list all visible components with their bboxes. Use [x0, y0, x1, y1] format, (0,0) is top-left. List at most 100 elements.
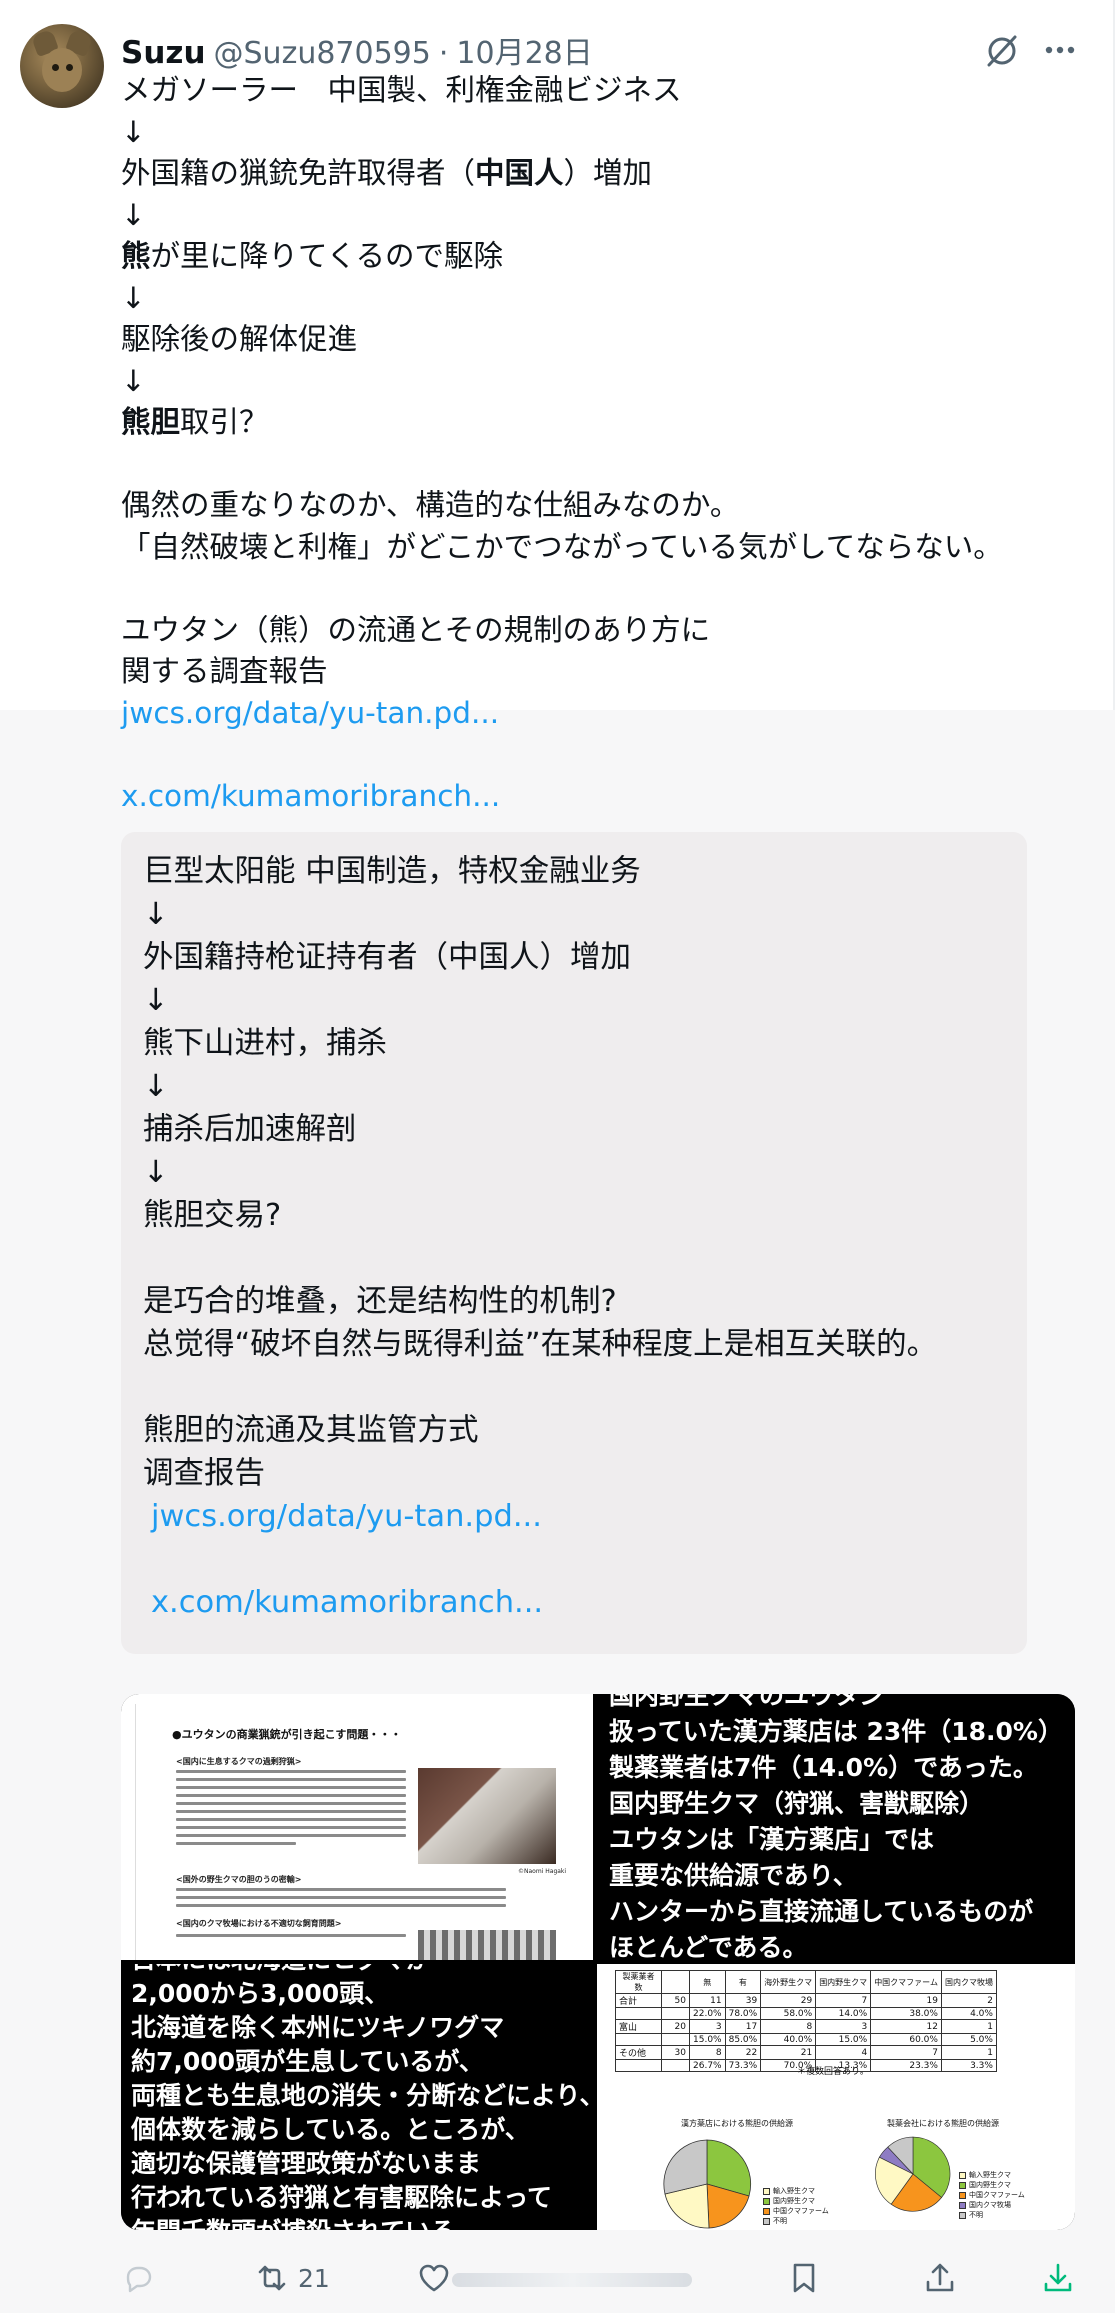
- views-placeholder: [452, 2273, 692, 2287]
- legend-swatch: [763, 2207, 770, 2215]
- caption-line: 扱っていた漢方薬店は 23件（18.0%）: [609, 1717, 1063, 1746]
- translation-line: 调查报告: [143, 1456, 265, 1491]
- post-text-segment: 取引？: [180, 405, 269, 439]
- handle[interactable]: @Suzu870595: [214, 36, 431, 71]
- table-cell: [615, 2033, 662, 2046]
- table-cell: 国内クマ牧場: [940, 1970, 997, 1994]
- media-image-caption-top[interactable]: 国内野生クマのユウタン 扱っていた漢方薬店は 23件（18.0%） 製薬業者は7…: [597, 1694, 1075, 1960]
- table-row: 22.0% 78.0% 58.0% 14.0% 38.0% 4.0%: [615, 2007, 997, 2020]
- legend-swatch: [763, 2217, 770, 2225]
- table-cell: 15.0%: [815, 2033, 872, 2046]
- legend-label: 中国クマファーム: [969, 2191, 1025, 2199]
- media-image-caption-bottom[interactable]: 日本には北海道にヒグマが 2,000から3,000頭、 北海道を除く本州にツキノ…: [121, 1964, 593, 2230]
- translation-line: 是巧合的堆叠，还是结构性的机制?: [143, 1284, 617, 1319]
- legend-item: 国内野生クマ: [959, 2180, 1011, 2190]
- display-name[interactable]: Suzu: [121, 35, 206, 71]
- table-cell: 7: [815, 1993, 872, 2008]
- caption-line: 適切な保護管理政策がないまま: [131, 2149, 482, 2178]
- post-line: 外国籍の猟銃免許取得者（中国人）増加: [121, 153, 1081, 195]
- table-cell: [615, 2059, 662, 2072]
- table-cell: 1: [940, 2019, 997, 2034]
- post-line: 偶然の重なりなのか、構造的な仕組みなのか。: [121, 488, 740, 522]
- link-jwcs[interactable]: jwcs.org/data/yu-tan.pd...: [121, 693, 1081, 735]
- table-cell: 38.0%: [870, 2007, 942, 2020]
- table-cell: 50: [661, 1993, 690, 2008]
- legend-item: 不明: [959, 2210, 983, 2220]
- translation-line: 熊胆交易?: [143, 1198, 282, 1233]
- reply-icon: [126, 2266, 152, 2293]
- bookmark-button[interactable]: [786, 2255, 822, 2301]
- legend-item: 中国クマファーム: [959, 2190, 1025, 2200]
- media-image-document[interactable]: ●ユウタンの商業猟銃が引き起こす問題・・・ <国内に生息するクマの過剰狩猟> ©…: [121, 1694, 593, 1960]
- link-kumamori[interactable]: x.com/kumamoribranch...: [121, 776, 1081, 818]
- legend-label: 不明: [969, 2211, 983, 2219]
- translation-block: 巨型太阳能 中国制造，特权金融业务 ↓ 外国籍持枪证持有者（中国人）增加 ↓ 熊…: [121, 832, 1027, 1654]
- table-cell: [661, 2033, 690, 2046]
- repost-count: 21: [298, 2263, 330, 2293]
- legend-item: 中国クマファーム: [763, 2206, 829, 2216]
- media-image-table-charts[interactable]: 製薬業者数 無 有 海外野生クマ 国内野生クマ 中国クマファーム 国内クマ牧場 …: [597, 1964, 1075, 2230]
- share-button[interactable]: [922, 2255, 958, 2301]
- legend-item: 国内野生クマ: [763, 2196, 815, 2206]
- legend-swatch: [763, 2197, 770, 2205]
- translation-link-kumamori[interactable]: x.com/kumamoribranch...: [143, 1581, 1013, 1624]
- avatar[interactable]: [20, 24, 104, 108]
- translation-line: 熊胆的流通及其监管方式: [143, 1413, 479, 1448]
- legend-label: 国内野生クマ: [969, 2181, 1011, 2189]
- post-arrow: ↓: [121, 197, 146, 232]
- table-cell: 製薬業者数: [615, 1970, 662, 1994]
- table-cell: 4: [815, 2045, 872, 2060]
- table-cell: 7: [870, 2045, 942, 2060]
- avatar-eye: [52, 64, 59, 71]
- table-cell: 60.0%: [870, 2033, 942, 2046]
- post-header: Suzu @Suzu870595 · 10月28日: [121, 28, 593, 71]
- legend-label: 国内クマ牧場: [969, 2201, 1011, 2209]
- post-arrow: ↓: [121, 280, 146, 315]
- legend-swatch: [959, 2191, 966, 2199]
- translation-line: 外国籍持枪证持有者（中国人）增加: [143, 940, 631, 975]
- translation-line: 总觉得“破坏自然与既得利益”在某种程度上是相互关联的。: [143, 1327, 938, 1362]
- table-cell: 40.0%: [760, 2033, 817, 2046]
- table-cell: 23.3%: [870, 2059, 942, 2072]
- document-text-line: [176, 1778, 406, 1781]
- caption-line: ユウタンは「漢方薬店」では: [609, 1825, 935, 1854]
- post-text-bold: 熊胆: [121, 405, 181, 439]
- separator: ·: [438, 36, 449, 71]
- table-row: その他 30 8 22 21 4 7 1: [615, 2045, 997, 2060]
- document-section-heading: <国外の野生クマの胆のうの密輸>: [176, 1875, 302, 1884]
- caption-line: 約7,000頭が生息しているが、: [131, 2047, 484, 2076]
- document-text-line: [176, 1888, 506, 1891]
- table-cell: [661, 1970, 690, 1994]
- legend-label: 中国クマファーム: [773, 2207, 829, 2215]
- more-icon[interactable]: [1040, 30, 1080, 70]
- download-icon: [1044, 2263, 1072, 2292]
- table-cell: 1: [940, 2045, 997, 2060]
- download-button[interactable]: [1040, 2255, 1076, 2301]
- translation-link-jwcs[interactable]: jwcs.org/data/yu-tan.pd...: [143, 1495, 1013, 1538]
- share-icon: [926, 2263, 954, 2292]
- table-cell: 3: [689, 2019, 726, 2034]
- grok-icon[interactable]: [982, 30, 1022, 70]
- table-cell: 11: [689, 1993, 726, 2008]
- post-date[interactable]: 10月28日: [456, 28, 592, 72]
- avatar-face: [42, 48, 82, 92]
- pie-title: 漢方薬店における熊胆の供給源: [681, 2119, 793, 2128]
- legend-item: 不明: [763, 2216, 787, 2226]
- caption-line: 国内野生クマ（狩猟、害獣駆除）: [609, 1789, 985, 1818]
- table-cell: 21: [760, 2045, 817, 2060]
- table-cell: 中国クマファーム: [870, 1970, 942, 1994]
- post-line: 熊が里に降りてくるので駆除: [121, 236, 1081, 278]
- reply-button[interactable]: [120, 2255, 164, 2301]
- pie-title: 製薬会社における熊胆の供給源: [887, 2119, 999, 2128]
- document-text-line: [176, 1934, 406, 1937]
- table-row: 合計 50 11 39 29 7 19 2: [615, 1993, 997, 2008]
- repost-button[interactable]: 21: [254, 2255, 330, 2301]
- table-cell: [661, 2007, 690, 2020]
- table-cell: 無: [689, 1970, 726, 1994]
- document-text-line: [176, 1794, 406, 1797]
- legend-label: 輸入野生クマ: [773, 2187, 815, 2195]
